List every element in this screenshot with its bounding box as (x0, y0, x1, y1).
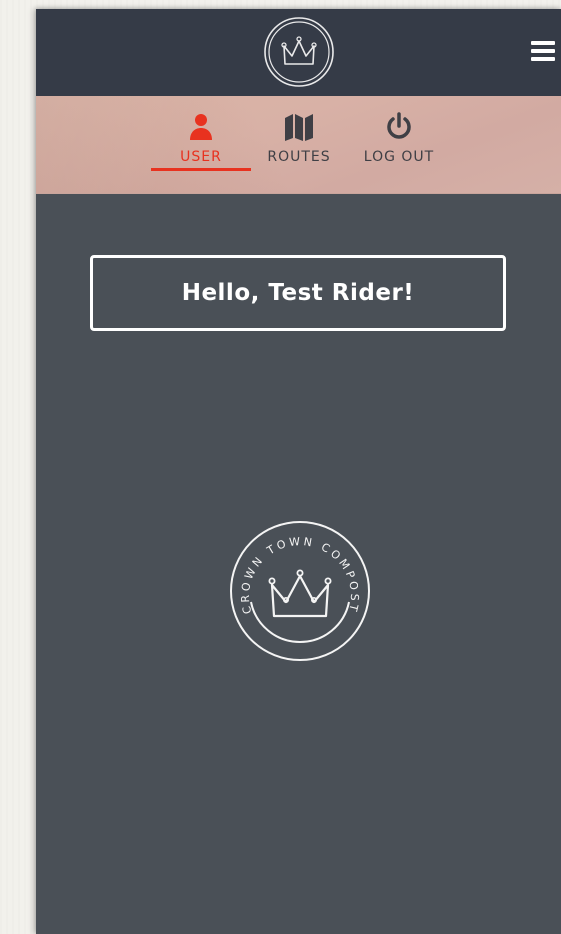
tab-user-label: USER (180, 149, 222, 165)
greeting-text: Hello, Test Rider! (181, 280, 415, 306)
tab-routes[interactable]: ROUTES (259, 110, 339, 174)
tab-bar: USER ROUTES LOG OUT (36, 96, 561, 194)
user-icon (190, 114, 212, 140)
hamburger-menu-icon[interactable] (525, 37, 561, 67)
crown-town-compost-logo: CROWN TOWN COMPOST (230, 521, 370, 661)
tab-logout[interactable]: LOG OUT (357, 110, 441, 174)
power-icon (387, 112, 411, 139)
app-window: USER ROUTES LOG OUT Hello, Test Rider! C… (36, 9, 561, 934)
map-icon (285, 114, 313, 141)
crown-icon[interactable] (263, 16, 335, 88)
tab-logout-label: LOG OUT (363, 149, 435, 165)
tab-routes-label: ROUTES (267, 149, 331, 165)
app-header (36, 9, 561, 96)
greeting-box: Hello, Test Rider! (90, 255, 506, 331)
active-tab-indicator (151, 168, 251, 171)
tab-user[interactable]: USER (161, 110, 241, 174)
